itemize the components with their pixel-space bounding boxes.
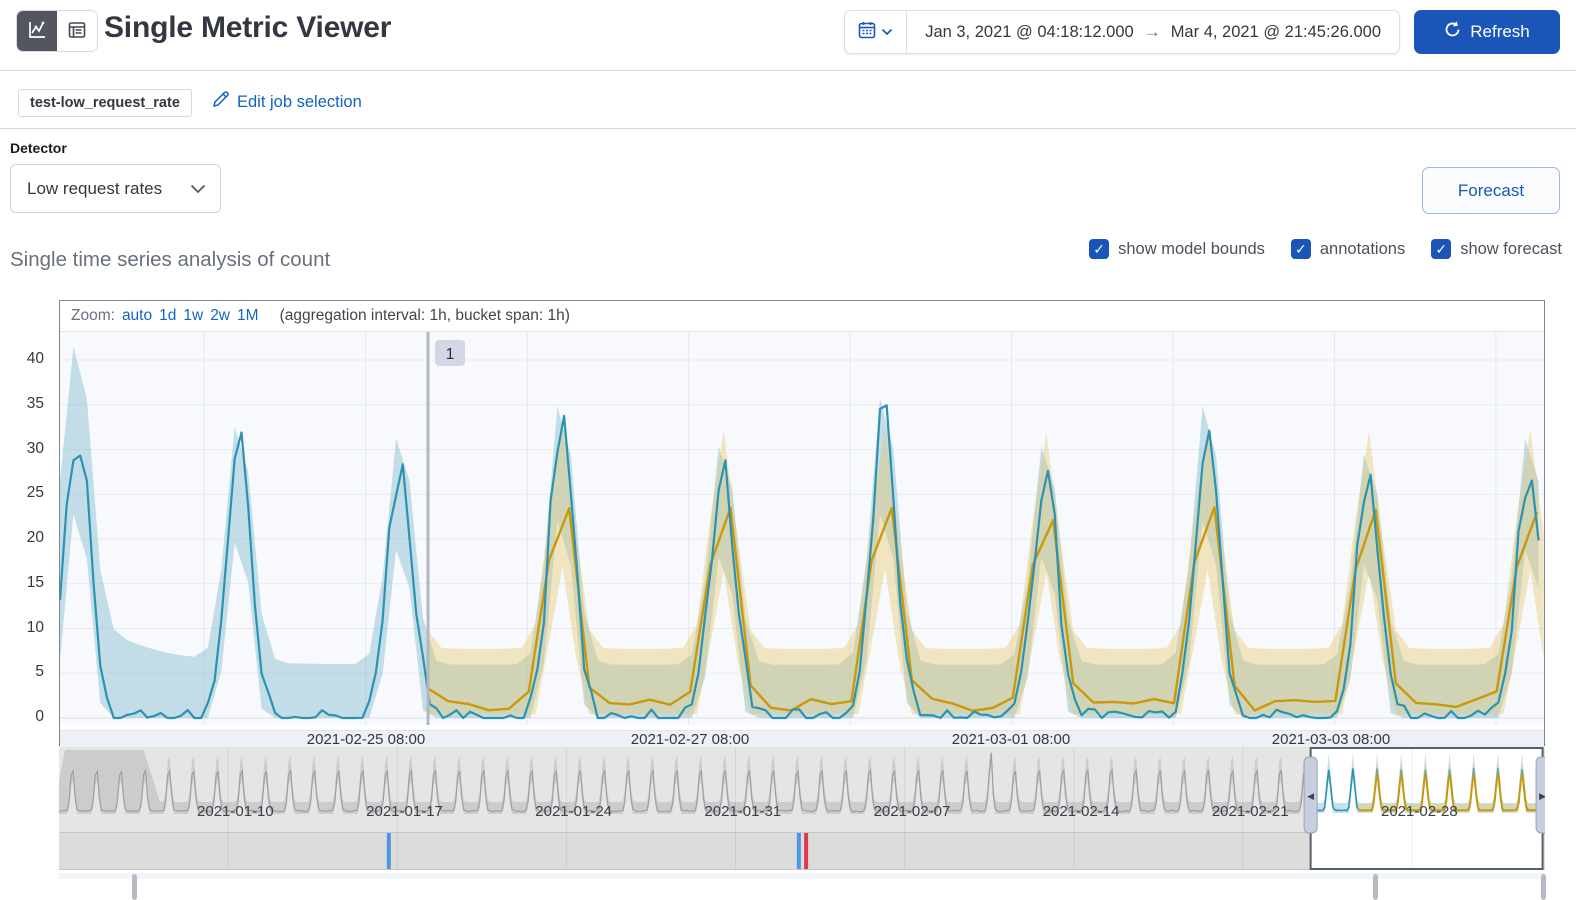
job-badge: test-low_request_rate (18, 89, 192, 117)
zoom-toolbar: Zoom: auto 1d 1w 2w 1M (aggregation interval… (60, 301, 1544, 332)
zoom-option-auto[interactable]: auto (122, 307, 152, 324)
detector-select[interactable]: Low request rates (10, 164, 221, 213)
checkbox-label: show forecast (1460, 239, 1562, 258)
checkbox-show-forecast[interactable]: ✓ show forecast (1431, 239, 1562, 259)
chart-options-row: ✓ show model bounds ✓ annotations ✓ show fore… (1089, 239, 1562, 259)
scrollbar-handle[interactable] (132, 874, 137, 900)
focus-chart-svg[interactable]: 1 (58, 332, 1544, 725)
check-icon: ✓ (1435, 241, 1448, 257)
y-axis-tick: 10 (26, 619, 44, 636)
table-icon (67, 20, 87, 43)
checkbox-box[interactable]: ✓ (1290, 239, 1311, 259)
detector-selected-value: Low request rates (27, 178, 163, 198)
zoom-option-1d[interactable]: 1d (159, 307, 176, 324)
y-axis-tick: 40 (26, 350, 44, 367)
checkbox-show-model-bounds[interactable]: ✓ show model bounds (1089, 239, 1265, 259)
y-axis-tick: 25 (26, 484, 44, 501)
checkbox-label: annotations (1319, 239, 1406, 258)
time-range-start[interactable]: Jan 3, 2021 @ 04:18:12.000 (925, 23, 1134, 42)
context-x-label: 2021-01-17 (366, 803, 443, 820)
line-chart-icon (27, 20, 47, 43)
chart-view-toggle-button[interactable] (17, 11, 57, 51)
chevron-down-icon (881, 23, 893, 41)
triangle-left-icon: ◀ (1307, 791, 1314, 801)
zoom-option-1w[interactable]: 1w (183, 307, 203, 324)
zoom-option-1M[interactable]: 1M (237, 307, 259, 324)
refresh-button-label: Refresh (1470, 22, 1530, 41)
triangle-right-icon: ▶ (1539, 791, 1545, 801)
date-quick-select-button[interactable] (845, 11, 908, 53)
zoom-links: auto 1d 1w 2w 1M (122, 307, 259, 325)
arrow-right-icon: → (1143, 22, 1161, 41)
edit-job-selection-link[interactable]: Edit job selection (212, 91, 362, 113)
context-x-label: 2021-01-10 (197, 803, 274, 820)
table-view-toggle-button[interactable] (57, 11, 97, 51)
context-x-label: 2021-02-07 (874, 803, 951, 820)
svg-text:1: 1 (446, 346, 455, 363)
refresh-button[interactable]: Refresh (1414, 10, 1560, 54)
analysis-heading: Single time series analysis of count (10, 248, 331, 271)
checkbox-box[interactable]: ✓ (1431, 239, 1452, 259)
brush-handle-right[interactable]: ▶ (1535, 756, 1550, 834)
context-x-label: 2021-02-28 (1381, 803, 1458, 820)
zoom-label: Zoom: (71, 307, 115, 324)
context-x-label: 2021-01-31 (704, 803, 781, 820)
y-axis-tick: 35 (26, 395, 44, 412)
y-axis-tick: 20 (26, 529, 44, 546)
context-x-label: 2021-01-24 (535, 803, 612, 820)
check-icon: ✓ (1295, 241, 1307, 257)
context-scrollbar[interactable] (59, 873, 1546, 900)
x-axis-label: 2021-02-25 08:00 (306, 731, 426, 748)
checkbox-label: show model bounds (1118, 239, 1265, 258)
zoom-option-2w[interactable]: 2w (210, 307, 230, 324)
edit-job-selection-label: Edit job selection (237, 92, 362, 111)
forecast-button[interactable]: Forecast (1422, 167, 1560, 214)
swimlane-annotation-blue[interactable] (796, 833, 801, 869)
x-axis-label: 2021-03-01 08:00 (951, 731, 1071, 748)
x-axis-label: 2021-02-27 08:00 (630, 731, 750, 748)
aggregation-note: (aggregation interval: 1h, bucket span: … (279, 307, 570, 324)
context-x-label: 2021-02-21 (1212, 803, 1289, 820)
y-axis-tick: 0 (35, 708, 44, 725)
checkbox-box[interactable]: ✓ (1089, 239, 1110, 259)
scrollbar-handle[interactable] (1373, 874, 1378, 900)
time-range-end[interactable]: Mar 4, 2021 @ 21:45:26.000 (1171, 23, 1381, 42)
refresh-icon (1444, 21, 1461, 43)
checkbox-annotations[interactable]: ✓ annotations (1290, 239, 1406, 259)
chevron-down-icon (190, 179, 206, 199)
view-toggle-group (16, 10, 98, 52)
pencil-icon (212, 91, 229, 113)
brush-handle-left[interactable]: ◀ (1303, 756, 1318, 834)
time-range-picker[interactable]: Jan 3, 2021 @ 04:18:12.000 → Mar 4, 2021… (844, 10, 1400, 54)
y-axis-tick: 5 (35, 663, 44, 680)
y-axis-tick: 15 (26, 574, 44, 591)
context-x-label: 2021-02-14 (1043, 803, 1120, 820)
context-chart-svg[interactable]: 2021-01-10 2021-01-17 2021-01-24 2021-01-31… (58, 747, 1550, 871)
x-axis-label: 2021-03-03 08:00 (1271, 731, 1391, 748)
focus-chart-container: Zoom: auto 1d 1w 2w 1M (aggregation interval… (58, 300, 1545, 750)
detector-label: Detector (10, 140, 67, 156)
y-axis-tick: 30 (26, 440, 44, 457)
scrollbar-handle[interactable] (1541, 874, 1546, 900)
divider (0, 70, 1576, 71)
swimlane-annotation-blue[interactable] (386, 833, 391, 869)
context-chart-container: 2021-01-10 2021-01-17 2021-01-24 2021-01-31… (58, 747, 1550, 871)
page-title: Single Metric Viewer (104, 11, 392, 44)
check-icon: ✓ (1093, 241, 1105, 257)
calendar-icon (858, 21, 876, 44)
divider (0, 128, 1576, 129)
swimlane-annotation-red[interactable] (804, 833, 809, 869)
